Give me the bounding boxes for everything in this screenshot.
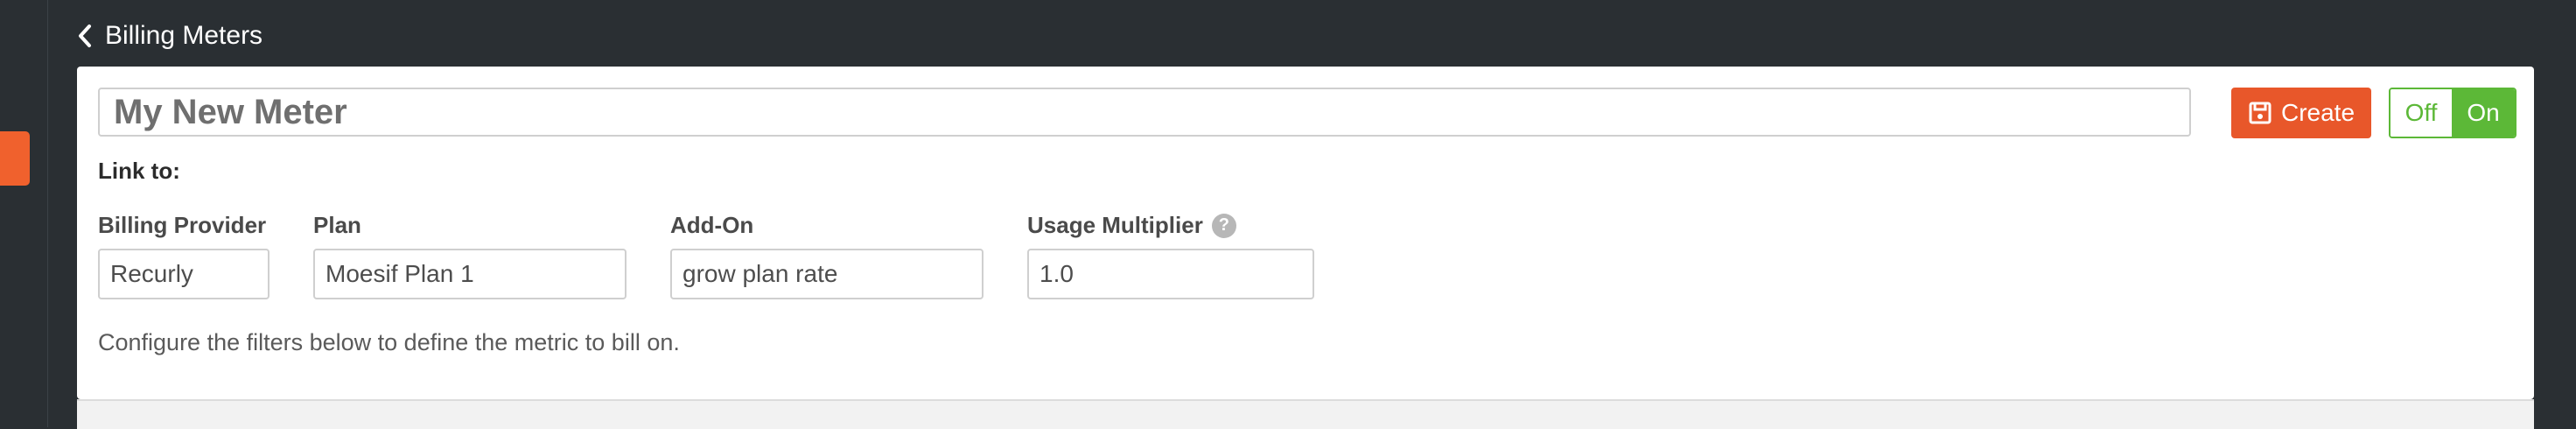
plan-label-text: Plan xyxy=(313,212,361,238)
panel-divider xyxy=(77,399,2534,429)
create-button-label: Create xyxy=(2280,99,2356,126)
back-link-label: Billing Meters xyxy=(105,21,263,50)
sidebar-active-tab[interactable] xyxy=(0,131,30,186)
save-icon xyxy=(2248,101,2272,125)
meter-name-input[interactable] xyxy=(98,88,2191,137)
usage-multiplier-label: Usage Multiplier ? xyxy=(1027,212,1236,239)
chevron-left-icon xyxy=(77,22,96,50)
addon-input[interactable] xyxy=(670,249,984,299)
back-link[interactable]: Billing Meters xyxy=(77,14,262,58)
plan-label: Plan xyxy=(313,212,361,239)
sidebar xyxy=(0,0,48,427)
link-to-heading: Link to: xyxy=(98,158,180,184)
plan-input[interactable] xyxy=(313,249,626,299)
usage-multiplier-label-text: Usage Multiplier xyxy=(1027,212,1203,238)
on-off-toggle[interactable]: Off On xyxy=(2389,88,2516,138)
toggle-off-option[interactable]: Off xyxy=(2390,89,2452,137)
billing-provider-input[interactable] xyxy=(98,249,270,299)
addon-label: Add-On xyxy=(670,212,753,239)
filters-hint: Configure the filters below to define th… xyxy=(98,329,680,355)
billing-provider-label-text: Billing Provider xyxy=(98,212,267,238)
toggle-on-option[interactable]: On xyxy=(2452,89,2515,137)
usage-multiplier-input[interactable] xyxy=(1027,249,1314,299)
billing-provider-label: Billing Provider xyxy=(98,212,266,239)
addon-label-text: Add-On xyxy=(670,212,754,238)
meter-panel: Create Off On Link to: Billing Provider … xyxy=(77,67,2534,399)
create-button[interactable]: Create xyxy=(2231,88,2371,138)
help-icon[interactable]: ? xyxy=(1211,213,1236,238)
